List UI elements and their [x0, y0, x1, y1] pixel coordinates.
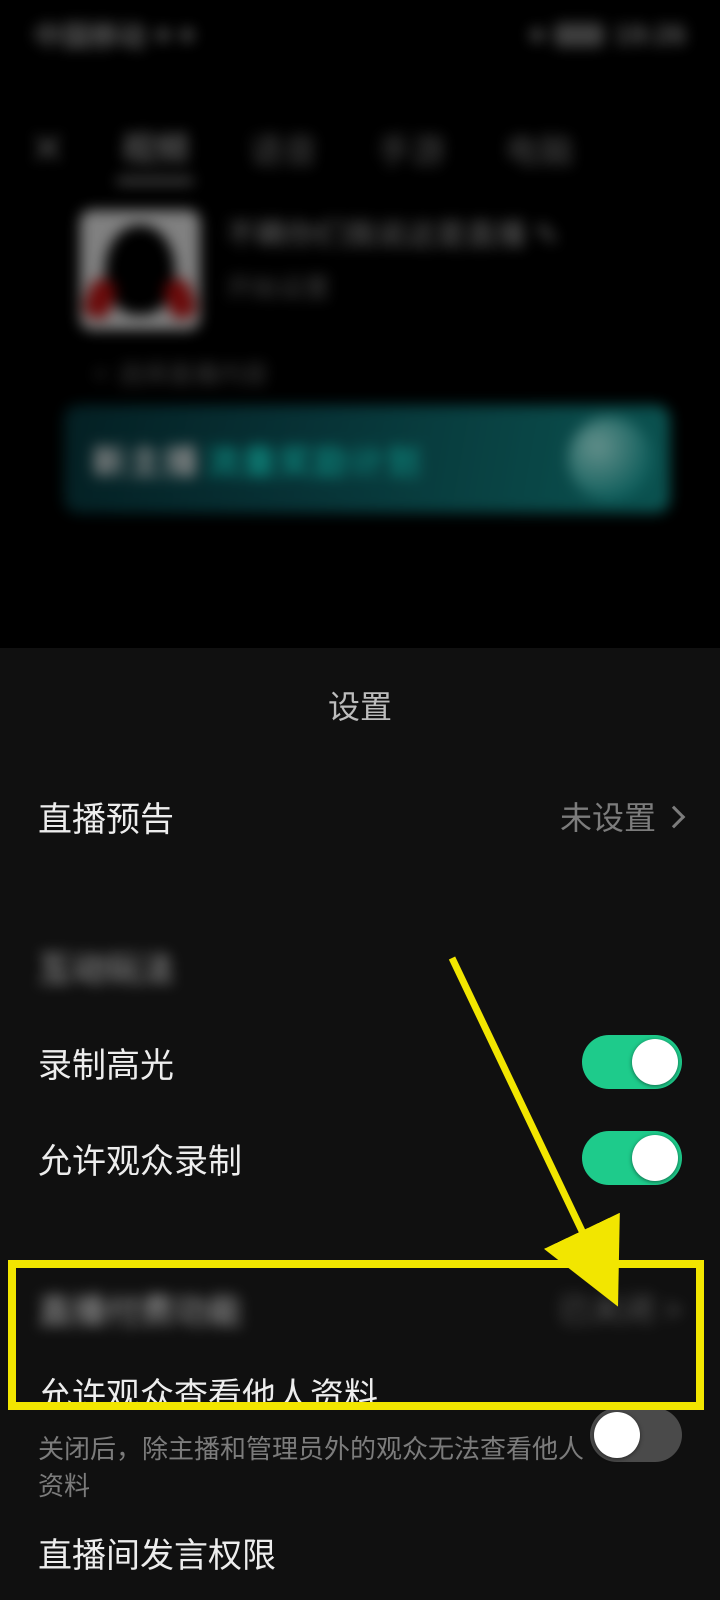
profile-block: 不瞒你们我说这是直播 ✎ 开始设置 [80, 210, 559, 330]
close-icon: ✕ [30, 124, 65, 173]
status-bar: 中国移动 19:26 [0, 0, 720, 70]
row-speaking-permission[interactable]: 直播间发言权限 [0, 1504, 720, 1600]
row-label: 录制高光 [38, 1038, 174, 1087]
row-label: 直播预告 [38, 792, 174, 841]
row-live-preview[interactable]: 直播预告 未设置 [0, 768, 720, 864]
toggle-allow-view-profile[interactable] [590, 1408, 682, 1462]
profile-name: 不瞒你们我说这是直播 ✎ [226, 210, 559, 254]
row-allow-view-profile: 允许观众查看他人资料 关闭后，除主播和管理员外的观众无法查看他人资料 [0, 1356, 720, 1504]
profile-sub: 开始设置 [226, 268, 559, 305]
tab-mobile: 手游 [373, 116, 449, 181]
category-tabs: ✕ 视频 语音 手游 电脑 [0, 108, 720, 188]
row-label: 直播间发言权限 [38, 1528, 276, 1577]
tab-voice: 语音 [245, 116, 321, 181]
profile-hint: ✧ 选择直播内容 [90, 355, 268, 391]
avatar [80, 210, 200, 330]
promo-banner: 新主播 流量奖励计划 [64, 405, 670, 513]
tab-video: 视频 [117, 114, 193, 183]
row-allow-viewer-record: 允许观众录制 [0, 1110, 720, 1206]
toggle-record-highlight[interactable] [582, 1035, 682, 1089]
settings-sheet: 设置 直播预告 未设置 互动玩法 录制高光 允许观众录制 直播付费功能 已关闭 … [0, 648, 720, 1600]
row-label: 允许观众查看他人资料 [38, 1368, 590, 1417]
row-sublabel: 关闭后，除主播和管理员外的观众无法查看他人资料 [38, 1429, 590, 1503]
toggle-allow-viewer-record[interactable] [582, 1131, 682, 1185]
sheet-title: 设置 [0, 648, 720, 768]
row-record-highlight: 录制高光 [0, 1014, 720, 1110]
chevron-right-icon [663, 806, 686, 829]
row-value: 未设置 [560, 793, 682, 839]
row-blurred-section-2: 直播付费功能 已关闭 > [0, 1260, 720, 1356]
row-label: 允许观众录制 [38, 1134, 242, 1183]
row-blurred-section-1: 互动玩法 [0, 918, 720, 1014]
banner-icon [568, 417, 652, 501]
tab-pc: 电脑 [501, 116, 577, 181]
